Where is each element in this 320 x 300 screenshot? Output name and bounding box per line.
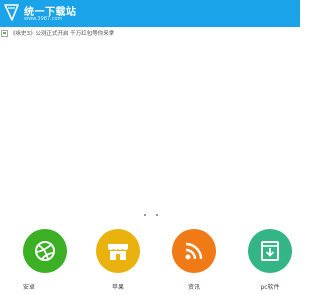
nav-label: 资讯 [187, 284, 200, 291]
rss-icon [172, 229, 216, 273]
carousel-dot[interactable] [144, 214, 146, 216]
site-header: 统一下载站 www.3987.com [0, 0, 300, 27]
site-logo[interactable]: 统一下载站 www.3987.com [4, 2, 90, 26]
banner-text: 《咏史3》公测正式开启 千万红包等你来拿 [10, 31, 115, 37]
category-nav: 安卓 苹果 资讯 pc软件 [0, 229, 300, 295]
apple-store-icon [96, 229, 140, 273]
logo-url: www.3987.com [24, 16, 63, 22]
nav-label: pc软件 [260, 284, 280, 291]
nav-item-news[interactable]: 资讯 [164, 229, 224, 295]
broken-image-icon [1, 29, 8, 37]
nav-label: 苹果 [111, 284, 124, 291]
nav-item-android[interactable]: 安卓 [15, 229, 75, 295]
nav-item-pc-software[interactable]: pc软件 [240, 229, 300, 295]
logo-mark-icon [4, 4, 19, 21]
carousel-dot[interactable] [156, 214, 158, 216]
banner-link[interactable]: 《咏史3》公测正式开启 千万红包等你来拿 [0, 29, 300, 37]
nav-item-apple[interactable]: 苹果 [88, 229, 148, 295]
pc-software-icon [248, 229, 292, 273]
android-ball-icon [23, 229, 67, 273]
carousel-dots [144, 212, 158, 218]
nav-label: 安卓 [23, 284, 36, 291]
